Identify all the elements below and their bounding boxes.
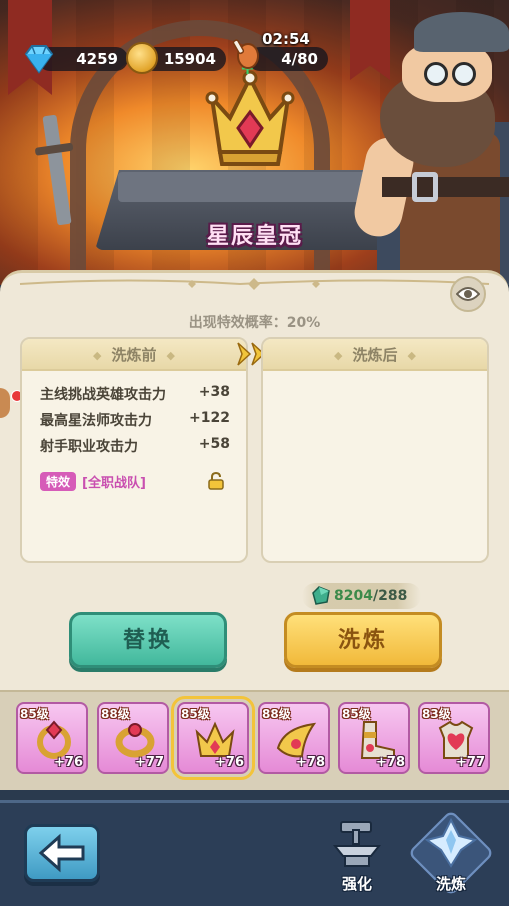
stat-value: +58 <box>198 436 230 452</box>
coin-icon <box>126 42 158 74</box>
panel-ornament <box>19 278 490 290</box>
equipment-level: 85级 <box>181 707 210 721</box>
blacksmith-belt <box>382 177 509 197</box>
equipment-level: 83级 <box>422 707 451 721</box>
special-effect-row: 特效 [全职战队] <box>40 472 146 491</box>
stat-name: 射手职业攻击力 <box>40 439 138 455</box>
equipment-slot-selected[interactable]: 85级 +76 <box>171 696 255 780</box>
energy-counter[interactable]: 4/80 <box>248 47 328 71</box>
after-refine-header: ◆ 洗炼后 ◆ <box>263 339 487 371</box>
blacksmith-hat <box>414 12 509 52</box>
preview-eye-button[interactable] <box>450 276 486 312</box>
nav-refine-label: 洗炼 <box>435 875 466 893</box>
stat-row: 射手职业攻击力 +58 <box>40 436 230 456</box>
diamond-ornament-icon: ◆ <box>407 348 416 362</box>
special-effect-tag: 特效 <box>40 472 77 491</box>
stat-row: 主线挑战英雄攻击力 +38 <box>40 384 230 404</box>
item-name: 星辰皇冠 <box>206 224 303 249</box>
nav-refine[interactable]: 洗炼 <box>416 812 486 900</box>
equipment-slot[interactable]: 88级 +78 <box>258 702 330 774</box>
equipment-slot[interactable]: 85级 +78 <box>338 702 410 774</box>
energy-timer: 02:54 <box>262 30 310 48</box>
anvil-top <box>118 172 378 202</box>
effect-probability: 出现特效概率：20% <box>188 315 321 331</box>
back-arrow-icon <box>38 833 85 873</box>
nav-strengthen[interactable]: 强化 <box>322 812 392 900</box>
before-refine-header: ◆ 洗炼前 ◆ <box>22 339 246 371</box>
special-effect-text: [全职战队] <box>82 476 146 491</box>
refine-stone-icon <box>312 586 330 605</box>
refine-stone-required: /288 <box>372 588 408 604</box>
equipment-slot[interactable]: 83级 +77 <box>418 702 490 774</box>
after-refine-title: 洗炼后 <box>352 346 398 364</box>
replace-button[interactable]: 替换 <box>69 612 227 668</box>
refine-button[interactable]: 洗炼 <box>284 612 442 668</box>
equipment-bonus: +77 <box>135 755 164 770</box>
meat-energy-icon <box>232 39 259 69</box>
equipment-level: 88级 <box>262 707 291 721</box>
equipment-slot[interactable]: 88级 +77 <box>97 702 169 774</box>
equipment-level: 85级 <box>342 707 371 721</box>
equipment-bonus: +76 <box>54 755 83 770</box>
eye-icon <box>456 287 480 301</box>
blacksmith-character <box>350 12 509 285</box>
equipment-slot[interactable]: 85级 +76 <box>16 702 88 774</box>
refine-crystal-icon <box>424 817 478 868</box>
equipment-level: 85级 <box>20 707 49 721</box>
stat-value: +38 <box>198 384 230 400</box>
unlock-icon[interactable] <box>208 472 224 490</box>
stat-name: 主线挑战英雄攻击力 <box>40 387 166 403</box>
stat-row: 最高星法师攻击力 +122 <box>40 410 230 430</box>
equipment-bonus: +77 <box>456 755 485 770</box>
equipment-bonus: +78 <box>376 755 405 770</box>
stat-name: 最高星法师攻击力 <box>40 413 152 429</box>
anvil-icon <box>332 821 382 867</box>
equipment-bonus: +76 <box>215 755 244 770</box>
before-refine-title: 洗炼前 <box>111 346 157 364</box>
back-button[interactable] <box>24 824 100 882</box>
after-refine-box: ◆ 洗炼后 ◆ <box>261 337 489 563</box>
glasses-left <box>424 62 448 86</box>
stat-value: +122 <box>189 410 230 426</box>
nav-strengthen-label: 强化 <box>341 875 372 893</box>
belt-buckle <box>412 172 438 202</box>
equipment-bonus: +78 <box>296 755 325 770</box>
diamond-ornament-icon: ◆ <box>93 348 102 362</box>
diamond-ornament-icon: ◆ <box>334 348 343 362</box>
before-refine-box: ◆ 洗炼前 ◆ 主线挑战英雄攻击力 +38 最高星法师攻击力 +122 射手职业攻击… <box>20 337 248 563</box>
diamond-icon <box>24 45 54 74</box>
diamond-ornament-icon: ◆ <box>166 348 175 362</box>
refine-stone-current: 8204 <box>334 588 373 604</box>
glasses-right <box>452 62 476 86</box>
equipment-level: 88级 <box>101 707 130 721</box>
